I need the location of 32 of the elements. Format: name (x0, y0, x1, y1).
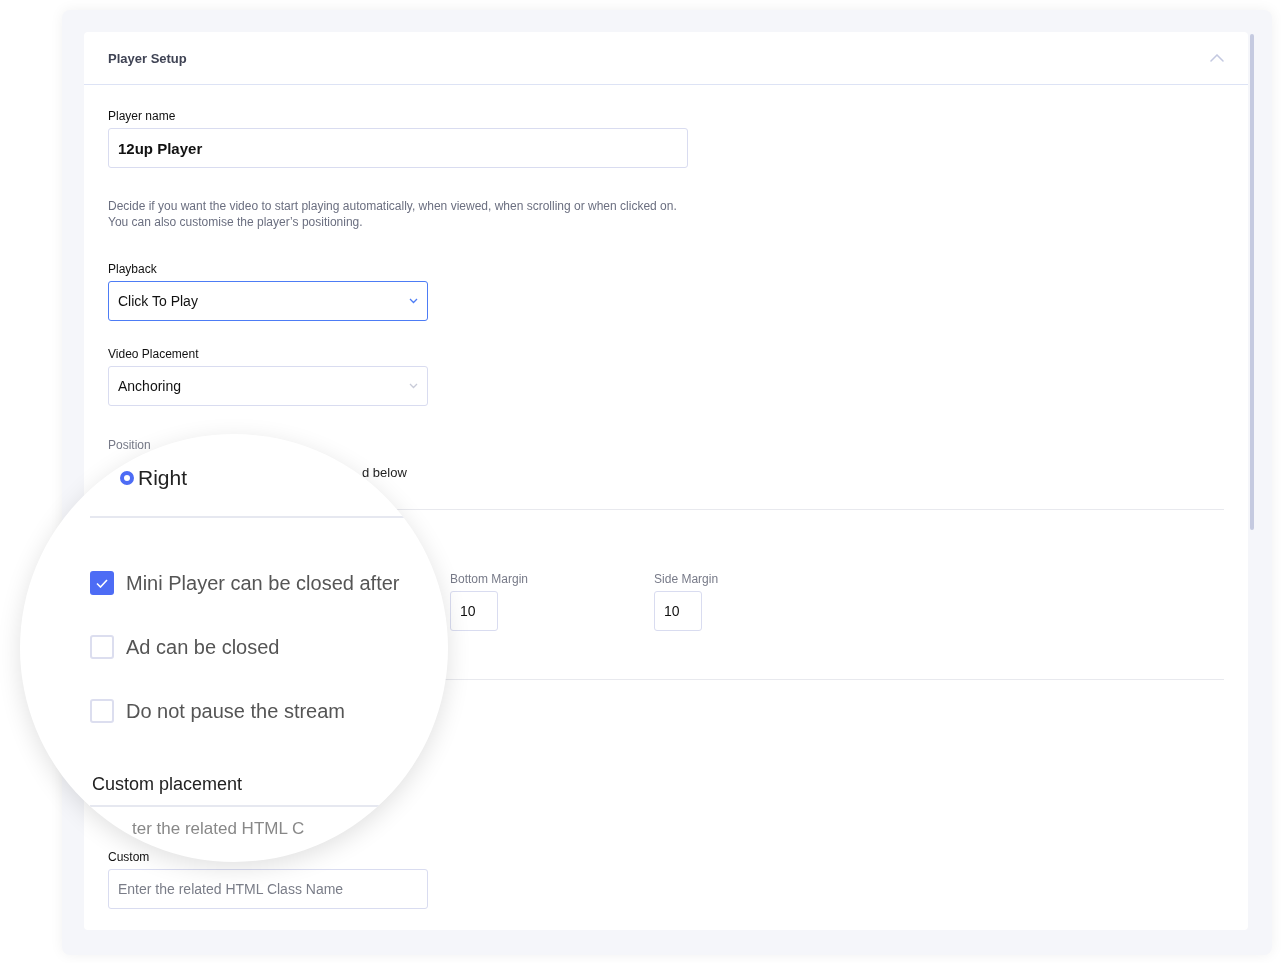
radio-label: Right (138, 466, 188, 490)
field-label: Player name (108, 109, 177, 123)
class-name-field[interactable]: Enter the related HTML Class Name (108, 869, 428, 909)
checkbox-label: Ad can be closed (126, 635, 280, 659)
checkbox-label: Mini Player can be closed after (126, 571, 400, 595)
scrollbar[interactable] (1250, 34, 1254, 530)
checkbox-label: Do not pause the stream (126, 699, 345, 723)
margin-field[interactable]: 10 (450, 591, 498, 631)
field-label: Bottom Margin (450, 572, 529, 586)
field-label: Position (108, 438, 152, 452)
field-label: Playback (108, 262, 158, 276)
radio-option-label: d below (362, 465, 407, 480)
description-text: Decide if you want the video to start playing automatically, when viewed, when scrolling or when clicked on. You can also customise the player’s positioning. (108, 198, 678, 230)
player-name-field[interactable]: 12up Player (108, 128, 688, 168)
checkbox[interactable] (90, 635, 114, 659)
checkmark-icon (96, 578, 108, 588)
magnified-class-name-field[interactable]: ter the related HTML C (90, 805, 448, 843)
checkbox[interactable] (90, 699, 114, 723)
checkbox[interactable] (90, 571, 114, 595)
field-label: Side Margin (654, 572, 719, 586)
panel-title: Player Setup (108, 50, 187, 66)
section-heading: Custom placement (92, 774, 243, 794)
field-placeholder: ter the related HTML C (132, 819, 305, 838)
field-label: Video Placement (108, 347, 200, 361)
chevron-up-icon[interactable] (1210, 54, 1224, 62)
chevron-down-icon (409, 298, 418, 304)
margin-field[interactable]: 10 (654, 591, 703, 631)
radio-button[interactable] (120, 471, 134, 485)
dropdown-select[interactable]: Anchoring (108, 366, 428, 406)
dropdown-select[interactable]: Click To Play (108, 281, 428, 321)
chevron-down-icon (409, 383, 418, 389)
field-label: Custom (108, 850, 151, 864)
